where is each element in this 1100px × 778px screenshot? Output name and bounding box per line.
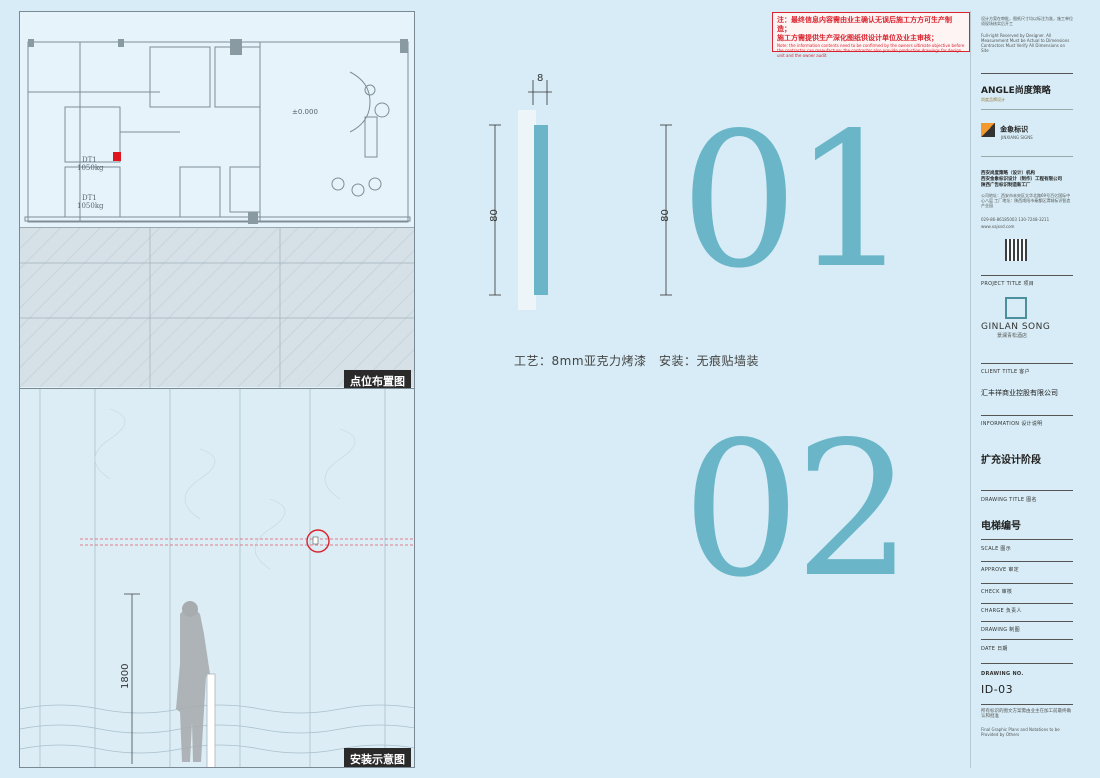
top-note-cn: 设计方案在审批，图纸尺寸均以标注为准，施工单位须现场核实后开工 [981, 16, 1073, 26]
left-panel: ±0.000 DT1 1050kg DT1 1050kg 点位布置图 1800 … [19, 11, 415, 768]
client-name: 汇丰祥商业控股有限公司 [981, 389, 1058, 397]
install-spec: 安装：无痕贴墙装 [659, 354, 760, 368]
acrylic-profile [534, 125, 548, 295]
jinxiang-mark-icon [981, 122, 995, 137]
hatched-area [20, 227, 414, 388]
height-dim-left: 80 [488, 209, 500, 222]
craft-spec: 工艺：8mm亚克力烤漆 [514, 354, 647, 368]
svg-text:DT1: DT1 [82, 194, 97, 202]
approve-head: APPROVE 审定 [981, 567, 1019, 573]
wall-shadow [518, 110, 536, 310]
client-title-head: CLIENT TITLE 客户 [981, 369, 1030, 375]
svg-text:1050kg: 1050kg [77, 164, 104, 172]
brand-jinxiang-sub: JINXIANG SIGNS [1001, 135, 1033, 140]
floor-plan: ±0.000 DT1 1050kg DT1 1050kg [20, 12, 414, 227]
floor-plan-drawing: ±0.000 DT1 1050kg DT1 1050kg [24, 39, 411, 224]
warning-notice: 注：最终信息内容需由业主确认无误后施工方方可生产制造； 施工方需提供生产深化图纸… [772, 12, 970, 58]
top-note-en: Full-right Reserved by Designer. All Mea… [981, 33, 1070, 53]
svg-text:DT1: DT1 [82, 156, 97, 164]
project-title-head: PROJECT TITLE 项目 [981, 281, 1035, 287]
project-logo-icon [1005, 297, 1027, 319]
notice-english: Note: the information contents need to b… [777, 43, 965, 58]
bottom-note-en: Final Graphic Plans and Notations to be … [981, 727, 1060, 737]
information-head: INFORMATION 设计说明 [981, 421, 1043, 427]
notice-line2: 施工方需提供生产深化图纸供设计单位及业主审核； [777, 34, 938, 42]
elevation-drawing: 1800 [20, 389, 414, 767]
elev-height-dim: 1800 [120, 664, 131, 689]
scale-head: SCALE 图示 [981, 546, 1012, 552]
drawing-sheet: ±0.000 DT1 1050kg DT1 1050kg 点位布置图 1800 … [0, 0, 1100, 778]
person-silhouette [176, 608, 210, 762]
bottom-note-cn: 所有标识的图文方案需由业主在加工前最终确认和批准 [981, 709, 1071, 719]
width-dim: 8 [537, 73, 544, 84]
drawing-title-value: 电梯编号 [981, 521, 1021, 532]
elevation-label: 安装示意图 [344, 748, 411, 767]
company-web: www.xajxsd.com [981, 224, 1015, 229]
location-marker [113, 152, 121, 161]
qr-code-icon [1005, 239, 1027, 261]
drawing-no-head: DRAWING NO. [981, 671, 1024, 677]
company-phone: 029-86-86185003 130-7248-3211 [981, 217, 1050, 222]
svg-text:1050kg: 1050kg [77, 202, 104, 210]
notice-line1: 注：最终信息内容需由业主确认无误后施工方方可生产制造； [777, 16, 952, 33]
plan-level-text: ±0.000 [292, 108, 318, 116]
title-block: 设计方案在审批，图纸尺寸均以标注为准，施工单位须现场核实后开工 Full-rig… [970, 11, 1080, 768]
company-address: 公司地址：西安市未央区太华北路69号百亿国际中心八层 工厂地址：陕西咸阳市秦都区… [981, 193, 1071, 208]
elevation-view: 1800 [20, 388, 414, 767]
brand-angle-sub: 尚度品牌设计 [981, 97, 1005, 102]
charge-head: CHARGE 负责人 [981, 608, 1022, 614]
information-value: 扩充设计阶段 [981, 455, 1041, 466]
number-01: 01 [680, 92, 911, 309]
height-dim-right: 80 [659, 209, 671, 222]
drawing-no-value: ID-03 [981, 683, 1014, 696]
company-list: 西安尚度策略（设计）机构 西安金象标识设计（制作）工程有限公司 陕西广告标识制造… [981, 171, 1062, 188]
section-detail [489, 80, 672, 310]
check-head: CHECK 审核 [981, 589, 1013, 595]
date-head: DATE 日期 [981, 646, 1008, 652]
brand-angle-logo: ANGLE尚度策略 [981, 86, 1051, 96]
project-name-cn: 景澜青松酒店 [997, 333, 1028, 339]
drawing-head: DRAWING 制图 [981, 627, 1020, 633]
number-02: 02 [682, 401, 913, 618]
drawing-title-head: DRAWING TITLE 图名 [981, 497, 1037, 503]
project-name-en: GINLAN SONG [981, 322, 1051, 332]
